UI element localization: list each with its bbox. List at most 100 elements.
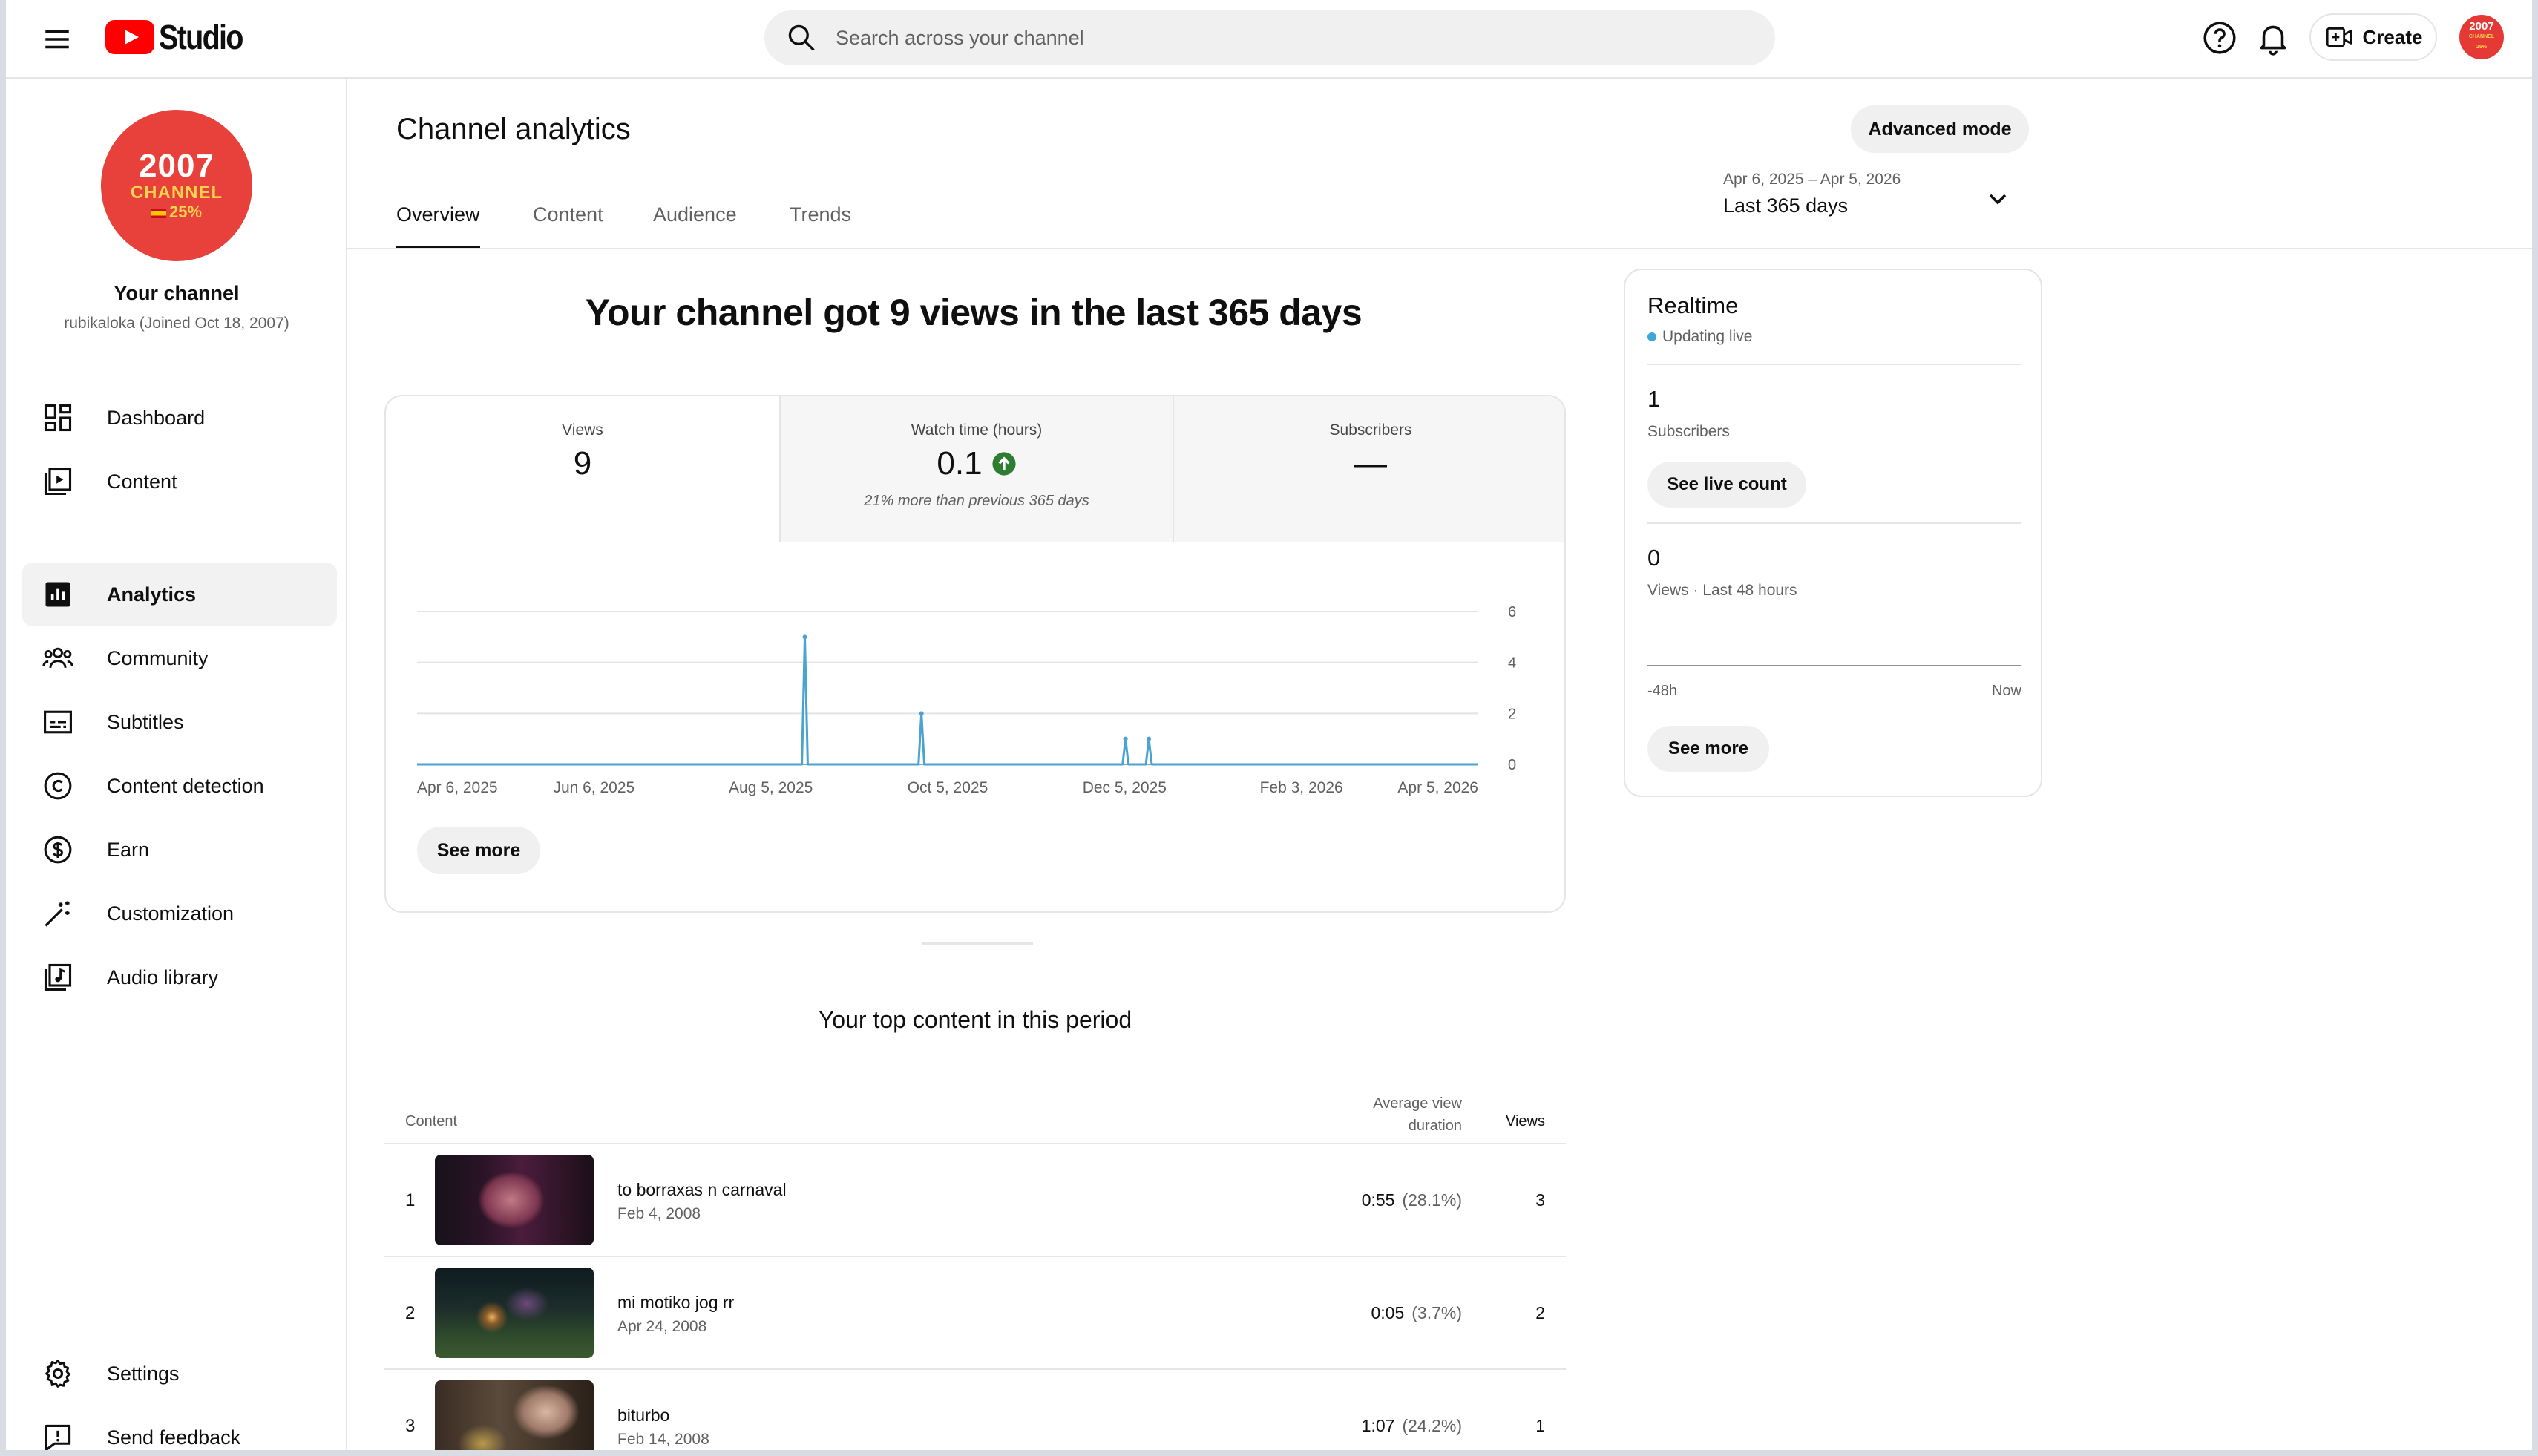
metric-watch-time[interactable]: Watch time (hours) 0.1 21% more than pre… [779, 396, 1174, 542]
search-input[interactable] [836, 26, 1726, 50]
date-range-picker[interactable]: Apr 6, 2025 – Apr 5, 2026 Last 365 days [1723, 171, 2013, 227]
metric-label: Subscribers [1329, 422, 1412, 439]
dollar-icon [44, 836, 72, 864]
sidebar-item-send-feedback[interactable]: Send feedback [22, 1406, 337, 1450]
sidebar-item-label: Send feedback [107, 1426, 241, 1449]
table-row[interactable]: 3 biturbo Feb 14, 2008 1:07 (24.2%) 1 [384, 1370, 1566, 1450]
views-series-line [417, 635, 1478, 766]
metric-views[interactable]: Views 9 [386, 396, 779, 542]
realtime-tick-start: -48h [1647, 683, 1678, 699]
create-video-icon [2326, 27, 2352, 47]
video-thumbnail[interactable] [435, 1380, 594, 1450]
sidebar-item-subtitles[interactable]: Subtitles [22, 690, 337, 754]
metric-value: — [1174, 445, 1564, 482]
sidebar-item-earn[interactable]: Earn [22, 818, 337, 882]
column-header-avg-duration-line1: Average view [1373, 1095, 1462, 1112]
row-rank: 3 [405, 1416, 416, 1436]
video-title[interactable]: biturbo [617, 1406, 669, 1426]
sidebar-item-audio-library[interactable]: Audio library [22, 945, 337, 1009]
metric-value: 9 [386, 445, 779, 482]
video-date: Feb 14, 2008 [617, 1431, 709, 1448]
views-line-chart[interactable]: 0 2 4 6 Apr 6, 2025 Jun 6, 2025 Aug 5, 2025 Oct… [386, 542, 1566, 824]
x-tick-label: Oct 5, 2025 [908, 779, 988, 796]
notifications-bell-icon[interactable] [2255, 19, 2292, 56]
account-avatar-subtext: CHANNEL [2468, 34, 2495, 39]
row-views: 2 [1535, 1303, 1545, 1322]
magic-wand-icon [45, 901, 70, 927]
page-title: Channel analytics [396, 113, 631, 145]
video-thumbnail[interactable] [435, 1268, 594, 1358]
menu-icon[interactable] [42, 24, 73, 55]
see-live-count-button[interactable]: See live count [1647, 462, 1806, 508]
metric-value-text: — [1354, 445, 1387, 482]
search-icon[interactable] [785, 22, 818, 54]
search-bar[interactable] [764, 10, 1775, 65]
tab-audience[interactable]: Audience [653, 203, 737, 249]
realtime-divider [1647, 364, 2021, 365]
realtime-subscribers-value: 1 [1647, 386, 1661, 412]
column-header-content: Content [405, 1113, 458, 1129]
data-point [802, 634, 807, 640]
channel-avatar[interactable]: 2007 CHANNEL 25% [101, 110, 252, 261]
avg-view-duration: 0:05 (3.7%) [1334, 1303, 1462, 1323]
data-point [1123, 736, 1128, 741]
video-title[interactable]: to borraxas n carnaval [617, 1180, 787, 1200]
chart-see-more-button[interactable]: See more [417, 827, 540, 874]
y-tick-label: 4 [1508, 655, 1516, 672]
sidebar-item-label: Customization [107, 902, 235, 925]
row-rank: 1 [405, 1190, 416, 1210]
video-date: Feb 4, 2008 [617, 1205, 701, 1222]
realtime-see-more-button[interactable]: See more [1647, 726, 1769, 772]
avg-view-duration: 1:07 (24.2%) [1334, 1416, 1462, 1436]
sidebar-item-community[interactable]: Community [22, 626, 337, 690]
sidebar-item-content[interactable]: Content [22, 450, 337, 514]
video-title[interactable]: mi motiko jog rr [617, 1293, 734, 1313]
tab-content[interactable]: Content [533, 203, 603, 249]
tabs-divider [347, 248, 2532, 249]
main-content: Channel analytics Advanced mode Overview… [347, 79, 2532, 1450]
metric-label: Views [562, 422, 603, 439]
create-button[interactable]: Create [2309, 13, 2437, 61]
sidebar-item-label: Earn [107, 838, 150, 861]
metric-comparison-note: 21% more than previous 365 days [864, 493, 1089, 509]
studio-window: Studio Create [6, 0, 2532, 1450]
table-row[interactable]: 1 to borraxas n carnaval Feb 4, 2008 0:5… [384, 1144, 1566, 1257]
column-header-avg-duration[interactable]: Average view duration [1342, 1092, 1462, 1137]
date-range-dates: Apr 6, 2025 – Apr 5, 2026 [1723, 171, 1901, 188]
channel-name[interactable]: Your channel [6, 282, 347, 305]
studio-logo[interactable]: Studio [105, 16, 256, 58]
x-tick-label: Aug 5, 2025 [729, 779, 813, 796]
channel-avatar-line1: 2007 [139, 148, 214, 184]
sidebar-item-label: Content detection [107, 774, 264, 797]
realtime-tick-end: Now [1991, 683, 2021, 699]
row-views: 3 [1535, 1190, 1545, 1210]
advanced-mode-button[interactable]: Advanced mode [1851, 105, 2029, 153]
sidebar-item-settings[interactable]: Settings [22, 1342, 337, 1406]
sidebar: 2007 CHANNEL 25% Your channel rubikaloka… [6, 79, 347, 1450]
column-header-views[interactable]: Views [1483, 1113, 1545, 1130]
x-tick-label: Jun 6, 2025 [553, 779, 634, 796]
account-avatar[interactable]: 2007 CHANNEL 25% [2459, 15, 2504, 59]
sidebar-item-customization[interactable]: Customization [22, 882, 337, 945]
overview-card: Views 9 Watch time (hours) 0.1 21% more … [384, 395, 1566, 913]
video-thumbnail[interactable] [435, 1155, 594, 1245]
sidebar-item-content-detection[interactable]: Content detection [22, 754, 337, 818]
metric-subscribers[interactable]: Subscribers — [1174, 396, 1564, 542]
y-tick-label: 6 [1508, 604, 1516, 620]
sidebar-item-analytics[interactable]: Analytics [22, 563, 337, 626]
section-divider [922, 942, 1033, 945]
chevron-down-icon[interactable] [1983, 184, 2013, 214]
y-tick-label: 0 [1508, 757, 1516, 773]
realtime-card: Realtime Updating live 1 Subscribers See… [1624, 269, 2042, 797]
trend-up-icon [991, 452, 1016, 476]
help-icon[interactable] [2201, 19, 2238, 56]
content-icon [44, 468, 72, 496]
row-rank: 2 [405, 1303, 416, 1323]
tab-trends[interactable]: Trends [790, 203, 851, 249]
sidebar-item-dashboard[interactable]: Dashboard [22, 386, 337, 450]
subtitles-icon [44, 710, 72, 734]
realtime-subscribers-label: Subscribers [1647, 423, 1730, 440]
realtime-views-label: Views · Last 48 hours [1647, 582, 1797, 599]
table-row[interactable]: 2 mi motiko jog rr Apr 24, 2008 0:05 (3.7… [384, 1257, 1566, 1370]
tab-overview[interactable]: Overview [396, 203, 480, 249]
